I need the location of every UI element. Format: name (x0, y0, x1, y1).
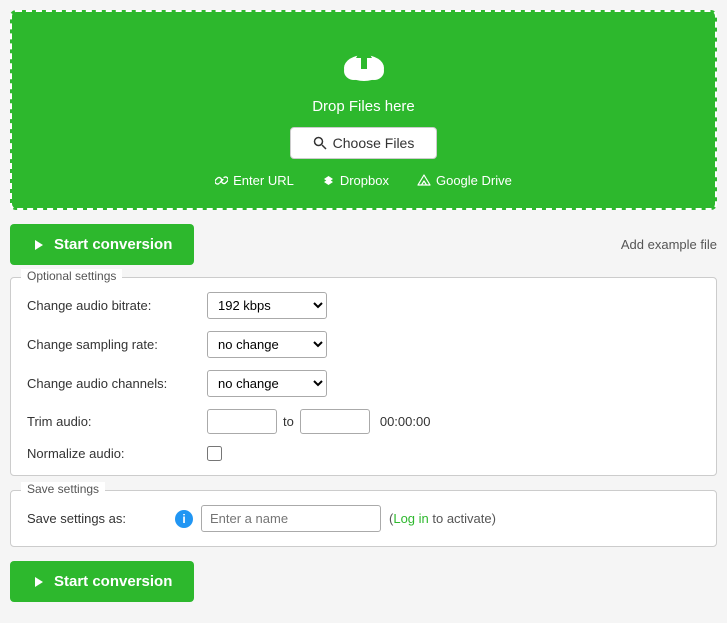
save-name-input[interactable] (201, 505, 381, 532)
conversion-row: Start conversion Add example file (10, 224, 717, 265)
channels-control[interactable]: no change 1 (Mono) 2 (Stereo) (207, 370, 327, 397)
save-row: Save settings as: i (Log in to activate) (27, 505, 700, 532)
optional-settings-legend: Optional settings (21, 269, 122, 283)
upload-icon (337, 36, 391, 90)
trim-end-input[interactable] (300, 409, 370, 434)
start-conversion-button-top[interactable]: Start conversion (10, 224, 194, 265)
start-conversion-label-bottom: Start conversion (54, 573, 172, 590)
save-as-label: Save settings as: (27, 511, 167, 526)
sampling-control[interactable]: no change 8000 Hz 11025 Hz 22050 Hz 4410… (207, 331, 327, 358)
choose-files-label: Choose Files (333, 135, 415, 151)
bitrate-row: Change audio bitrate: 192 kbps 128 kbps … (27, 292, 700, 319)
link-icon (215, 174, 228, 187)
info-icon[interactable]: i (175, 510, 193, 528)
start-conversion-button-bottom[interactable]: Start conversion (10, 561, 194, 602)
drop-links: Enter URL Dropbox Google Drive (32, 173, 695, 188)
channels-label: Change audio channels: (27, 376, 207, 391)
normalize-label: Normalize audio: (27, 446, 207, 461)
google-drive-icon (417, 174, 431, 187)
drop-zone[interactable]: Drop Files here Choose Files Enter URL D… (10, 10, 717, 210)
sampling-label: Change sampling rate: (27, 337, 207, 352)
dropbox-link[interactable]: Dropbox (322, 173, 389, 188)
add-example-link[interactable]: Add example file (621, 237, 717, 252)
normalize-row: Normalize audio: (27, 446, 700, 461)
chevron-right-icon-top (32, 238, 46, 252)
trim-start-input[interactable] (207, 409, 277, 434)
bottom-conversion-row: Start conversion (10, 561, 717, 602)
enter-url-label: Enter URL (233, 173, 294, 188)
drop-text: Drop Files here (32, 98, 695, 115)
sampling-row: Change sampling rate: no change 8000 Hz … (27, 331, 700, 358)
trim-time-label: 00:00:00 (380, 414, 431, 429)
dropbox-label: Dropbox (340, 173, 389, 188)
login-text: (Log in to activate) (389, 511, 496, 526)
google-drive-link[interactable]: Google Drive (417, 173, 512, 188)
trim-label: Trim audio: (27, 414, 207, 429)
trim-row: Trim audio: to 00:00:00 (27, 409, 700, 434)
save-settings-box: Save settings Save settings as: i (Log i… (10, 490, 717, 547)
enter-url-link[interactable]: Enter URL (215, 173, 294, 188)
trim-inputs: to 00:00:00 (207, 409, 430, 434)
trim-to-label: to (283, 414, 294, 429)
channels-row: Change audio channels: no change 1 (Mono… (27, 370, 700, 397)
dropbox-icon (322, 174, 335, 187)
choose-files-button[interactable]: Choose Files (290, 127, 438, 159)
save-settings-legend: Save settings (21, 482, 105, 496)
normalize-checkbox[interactable] (207, 446, 222, 461)
bitrate-control[interactable]: 192 kbps 128 kbps 256 kbps 320 kbps (207, 292, 327, 319)
channels-select[interactable]: no change 1 (Mono) 2 (Stereo) (207, 370, 327, 397)
add-example-label: Add example file (621, 237, 717, 252)
bitrate-label: Change audio bitrate: (27, 298, 207, 313)
login-link[interactable]: Log in (393, 511, 428, 526)
sampling-select[interactable]: no change 8000 Hz 11025 Hz 22050 Hz 4410… (207, 331, 327, 358)
start-conversion-label-top: Start conversion (54, 236, 172, 253)
login-suffix: to activate) (429, 511, 496, 526)
google-drive-label: Google Drive (436, 173, 512, 188)
search-icon (313, 136, 327, 150)
bitrate-select[interactable]: 192 kbps 128 kbps 256 kbps 320 kbps (207, 292, 327, 319)
optional-settings-box: Optional settings Change audio bitrate: … (10, 277, 717, 476)
chevron-right-icon-bottom (32, 575, 46, 589)
